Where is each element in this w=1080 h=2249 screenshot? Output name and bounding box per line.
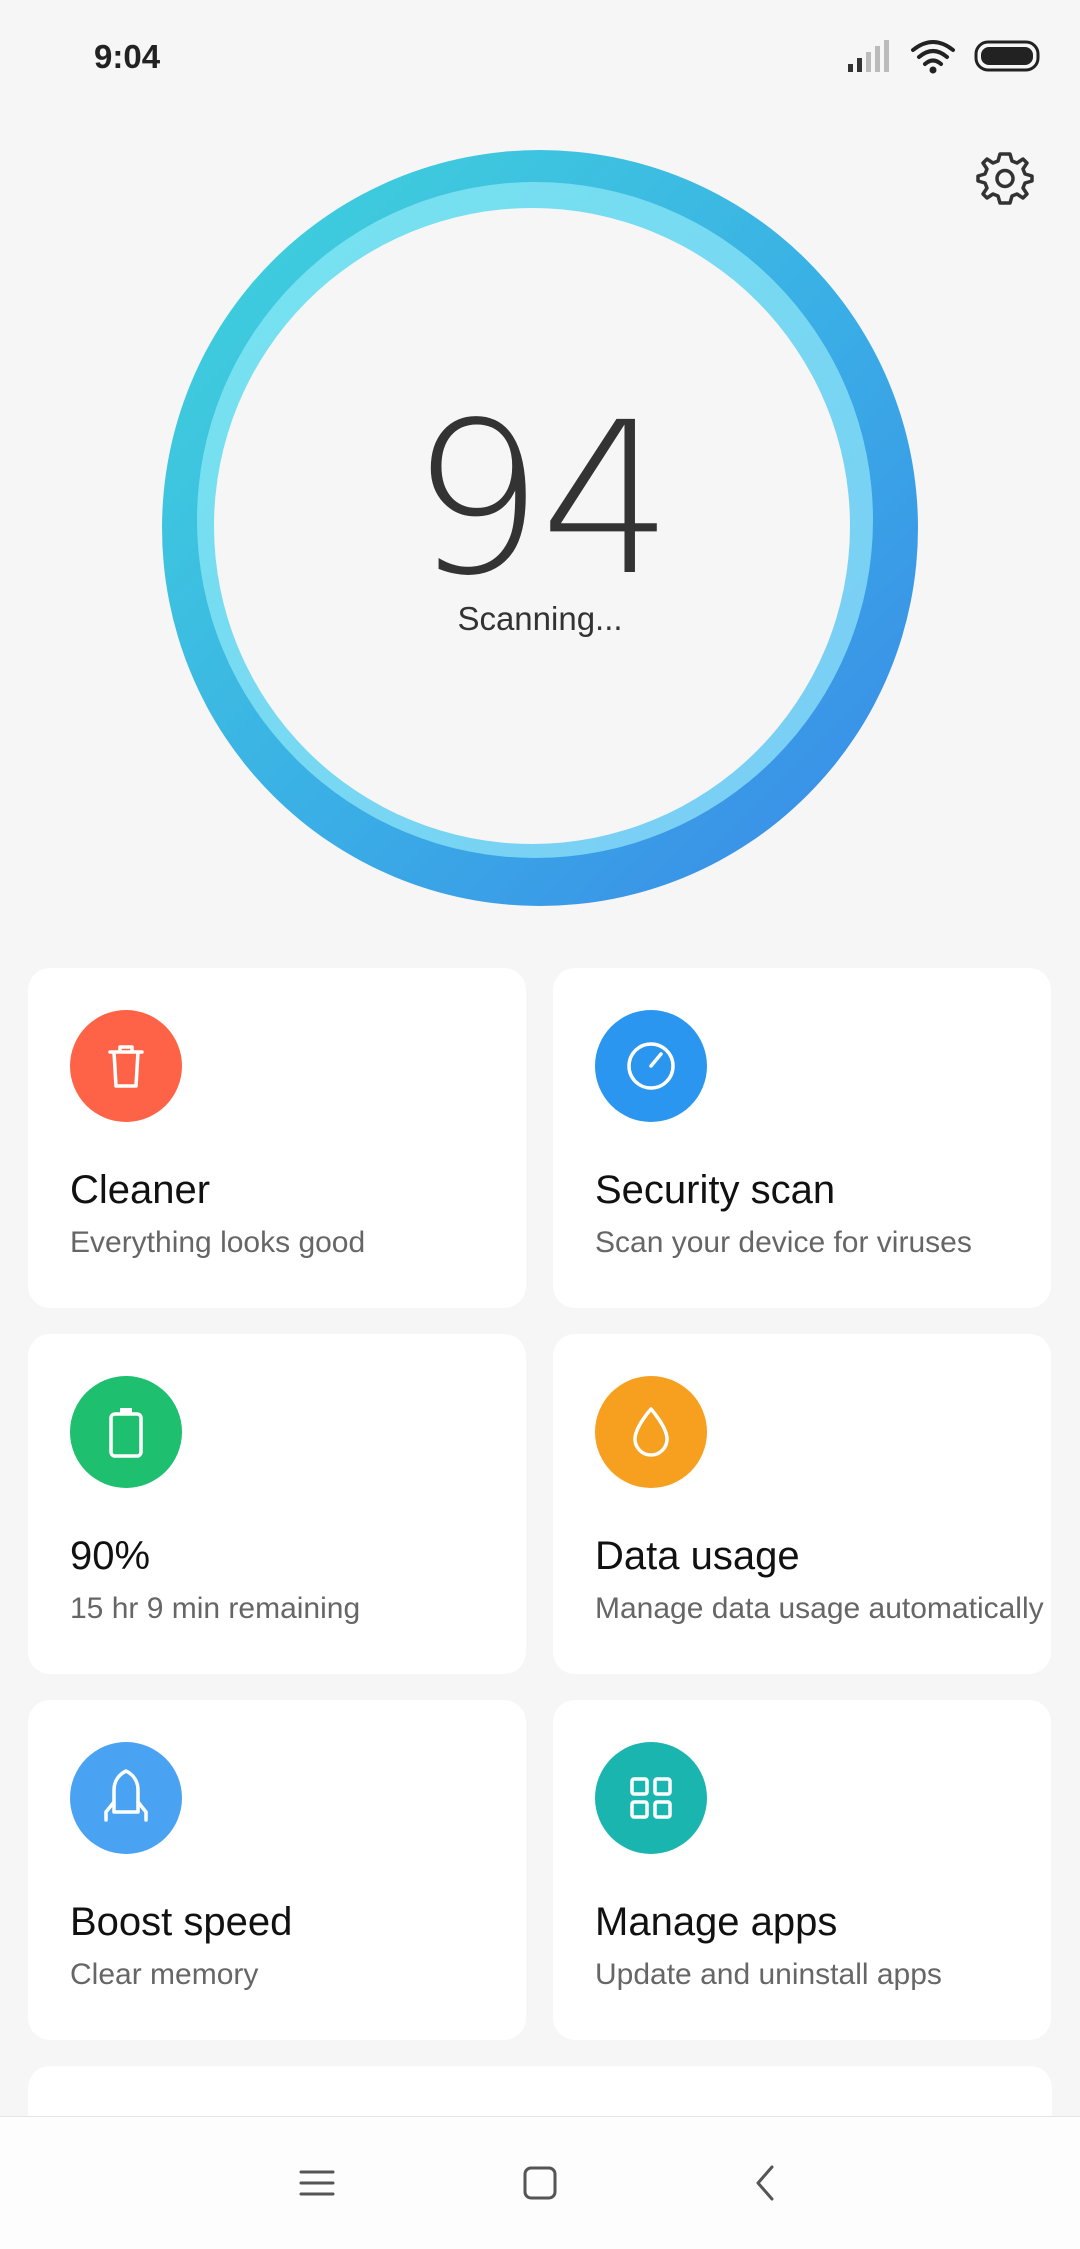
home-button[interactable]	[518, 2161, 562, 2205]
card-subtitle: 15 hr 9 min remaining	[70, 1592, 361, 1625]
home-icon	[523, 2166, 557, 2200]
data-usage-icon-circle	[595, 1376, 707, 1488]
card-subtitle: Update and uninstall apps	[595, 1958, 942, 1991]
status-bar: 9:04	[0, 0, 1080, 110]
card-boost-speed[interactable]: Boost speed Clear memory	[28, 1700, 526, 2040]
gear-icon	[976, 152, 1034, 205]
grid-icon	[630, 1777, 672, 1819]
back-icon	[756, 2165, 774, 2201]
card-cleaner[interactable]: Cleaner Everything looks good	[28, 968, 526, 1308]
cleaner-icon-circle	[70, 1010, 182, 1122]
navigation-bar	[0, 2116, 1080, 2249]
status-icons	[848, 36, 1044, 76]
settings-button[interactable]	[975, 148, 1035, 208]
card-title: Cleaner	[70, 1168, 211, 1212]
card-subtitle: Scan your device for viruses	[595, 1226, 972, 1259]
menu-icon	[299, 2170, 335, 2196]
card-title: Boost speed	[70, 1900, 293, 1944]
battery-status-icon	[974, 40, 1040, 72]
scan-status: Scanning...	[457, 600, 623, 637]
card-security-scan[interactable]: Security scan Scan your device for virus…	[553, 968, 1051, 1308]
card-battery[interactable]: 90% 15 hr 9 min remaining	[28, 1334, 526, 1674]
security-icon-circle	[595, 1010, 707, 1122]
card-title: 90%	[70, 1534, 151, 1578]
back-button[interactable]	[744, 2161, 788, 2205]
card-manage-apps[interactable]: Manage apps Update and uninstall apps	[553, 1700, 1051, 2040]
boost-icon-circle	[70, 1742, 182, 1854]
score-value: 94	[410, 377, 673, 622]
card-title: Manage apps	[595, 1900, 838, 1944]
card-title: Data usage	[595, 1534, 800, 1578]
wifi-icon	[911, 40, 955, 74]
signal-icon	[848, 40, 889, 72]
battery-icon	[109, 1408, 143, 1458]
card-title: Security scan	[595, 1168, 836, 1212]
battery-icon-circle	[70, 1376, 182, 1488]
trash-icon	[108, 1045, 144, 1088]
card-subtitle: Clear memory	[70, 1958, 259, 1991]
status-time: 9:04	[94, 38, 161, 75]
menu-button[interactable]	[295, 2161, 339, 2205]
drop-icon	[633, 1407, 669, 1457]
card-subtitle: Everything looks good	[70, 1226, 366, 1259]
card-data-usage[interactable]: Data usage Manage data usage automatical…	[553, 1334, 1051, 1674]
card-subtitle: Manage data usage automatically	[595, 1592, 1044, 1625]
rocket-icon	[104, 1769, 148, 1822]
gauge-icon	[627, 1042, 675, 1090]
manage-apps-icon-circle	[595, 1742, 707, 1854]
